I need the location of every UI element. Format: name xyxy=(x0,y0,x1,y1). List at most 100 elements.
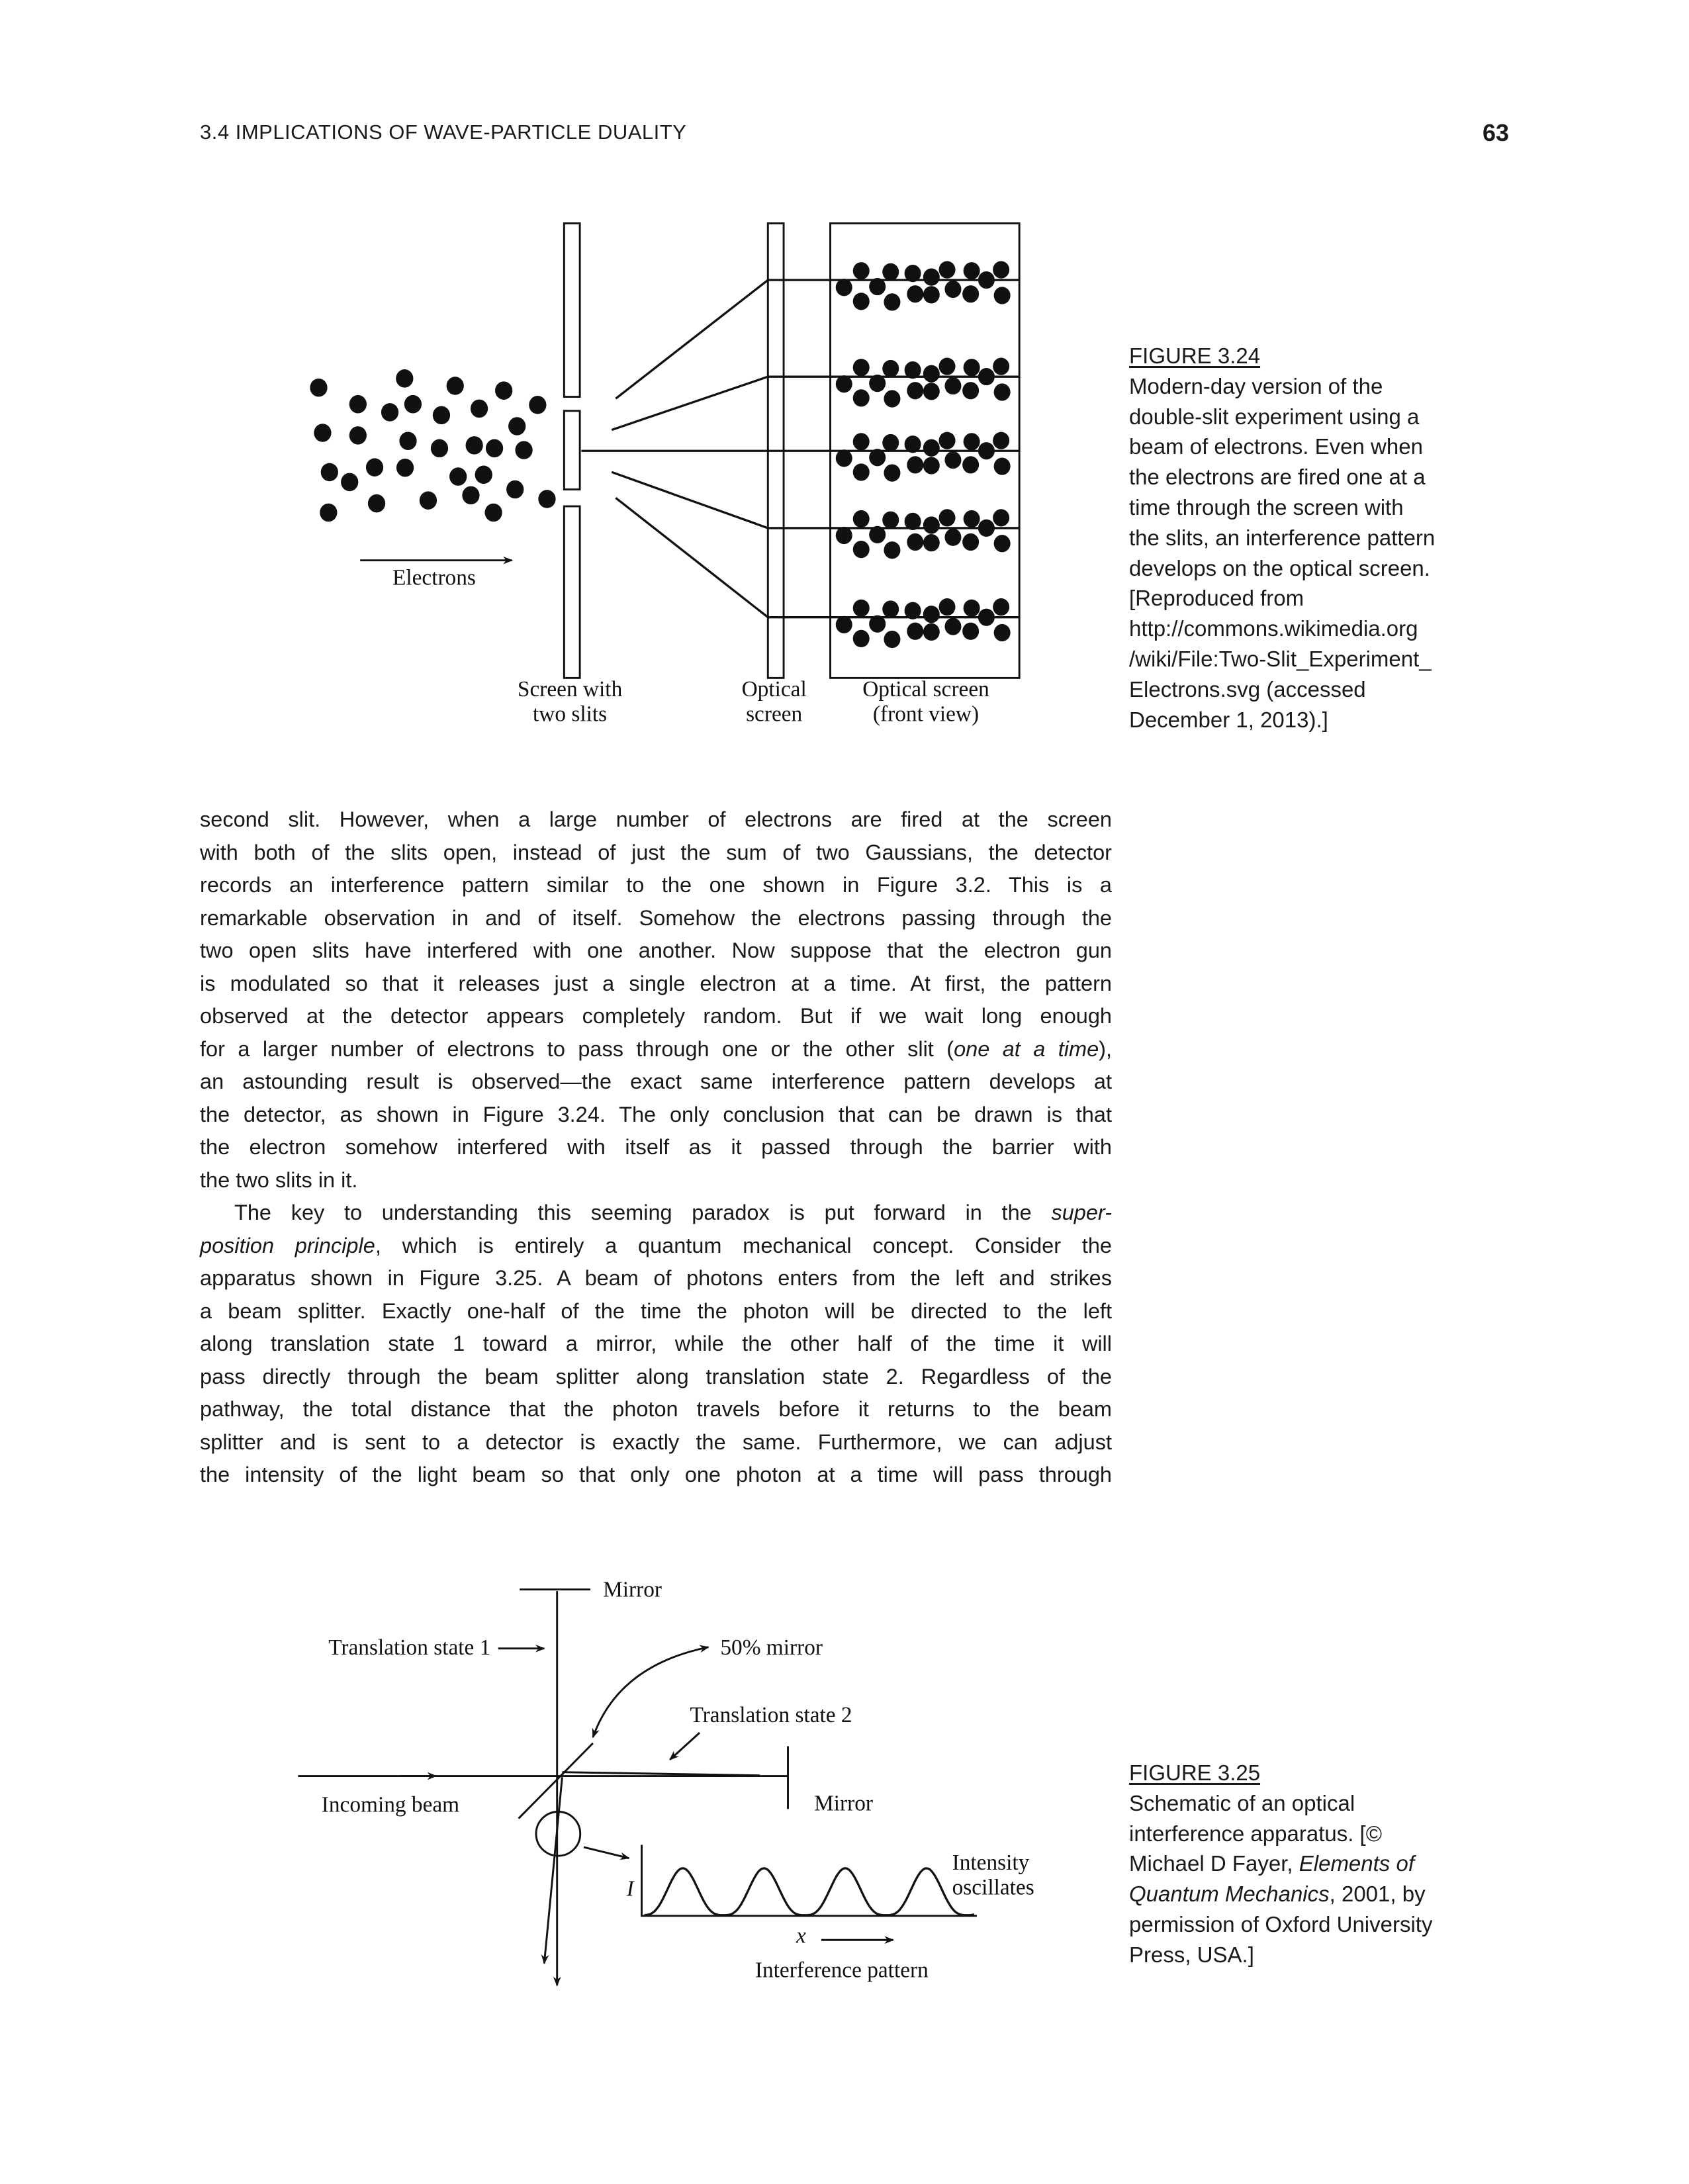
reflected-ray xyxy=(562,1771,760,1777)
fringe-dot xyxy=(907,382,924,400)
electrons-label: Electrons xyxy=(392,565,476,590)
italic-text: Quantum Mechanics xyxy=(1129,1882,1330,1907)
text-segment: the two slits in it. xyxy=(200,1167,358,1192)
text-line: the intensity of the light beam so that … xyxy=(200,1459,1112,1492)
fringe-dot xyxy=(852,599,870,617)
text-line: develops on the optical screen. xyxy=(1129,553,1506,584)
text-line: splitter and is sent to a detector is ex… xyxy=(200,1426,1112,1459)
fringe-dot xyxy=(978,271,995,289)
italic-text: super- xyxy=(1051,1201,1112,1224)
fringe-dot xyxy=(869,375,886,392)
fringe-dot xyxy=(944,280,962,298)
text-segment: , 2001, by xyxy=(1329,1882,1426,1907)
fringe-dot xyxy=(938,509,956,527)
text-line: a beam splitter. Exactly one-half of the… xyxy=(200,1295,1112,1328)
fringe-dot xyxy=(907,285,924,303)
text-line: Michael D Fayer, Elements of xyxy=(1129,1848,1506,1879)
text-line: along translation state 1 toward a mirro… xyxy=(200,1328,1112,1361)
fringe-dot xyxy=(938,261,956,279)
fringe-dot xyxy=(962,382,980,400)
fringe-dot xyxy=(938,357,956,375)
text-segment: with both of the slits open, instead of … xyxy=(200,840,1112,864)
text-segment: an astounding result is observed—the exa… xyxy=(200,1069,1112,1093)
screen-label: screen xyxy=(746,702,802,727)
body-text: second slit. However, when a large numbe… xyxy=(200,803,1112,1492)
text-line: the two slits in it. xyxy=(200,1164,1112,1197)
text-line: second slit. However, when a large numbe… xyxy=(200,803,1112,837)
optical-label: Optical xyxy=(742,677,807,702)
electron-dot xyxy=(419,491,437,510)
fringe-dot xyxy=(852,463,870,481)
text-line: [Reproduced from xyxy=(1129,583,1506,614)
incoming-beam-label: Incoming beam xyxy=(322,1793,459,1817)
figure-3-25-label: FIGURE 3.25 xyxy=(1129,1760,1261,1785)
electron-dot xyxy=(432,406,451,425)
fringe-dot xyxy=(852,389,870,407)
fringe-dot xyxy=(923,383,940,400)
fringe-dot xyxy=(852,540,870,559)
fringe-dot xyxy=(904,361,921,379)
fringe-dots xyxy=(835,261,1011,649)
text-segment: Michael D Fayer, xyxy=(1129,1851,1299,1876)
fringe-dot xyxy=(884,541,901,559)
fringe-dot xyxy=(835,449,852,467)
fringe-dot xyxy=(993,357,1010,375)
electron-dot xyxy=(367,494,386,513)
text-segment: a beam splitter. Exactly one-half of the… xyxy=(200,1298,1112,1323)
text-line: interference apparatus. [© xyxy=(1129,1819,1506,1849)
fringe-dot xyxy=(835,526,852,545)
electron-dot xyxy=(462,486,480,505)
fringe-dot xyxy=(923,268,940,286)
intensity-oscillates-label-2: oscillates xyxy=(952,1876,1034,1900)
text-segment: December 1, 2013).] xyxy=(1129,707,1328,732)
text-segment: is modulated so that it releases just a … xyxy=(200,971,1112,995)
text-segment: Modern-day version of the xyxy=(1129,373,1383,398)
text-line: the electron somehow interfered with its… xyxy=(200,1131,1112,1164)
interference-rays xyxy=(581,279,1020,619)
electron-dot xyxy=(495,381,513,400)
text-line: beam of electrons. Even when xyxy=(1129,432,1506,462)
text-segment: splitter and is sent to a detector is ex… xyxy=(200,1430,1112,1454)
fringe-dot xyxy=(978,368,995,386)
italic-text: one at a time xyxy=(954,1036,1099,1061)
electron-dot xyxy=(529,396,547,414)
intensity-axis-label: I xyxy=(626,1877,635,1901)
fringe-dot xyxy=(923,606,940,623)
fringe-dot xyxy=(923,623,940,641)
fringe-dot xyxy=(978,442,995,460)
text-segment: second slit. However, when a large numbe… xyxy=(200,807,1112,831)
fringe-dot xyxy=(904,512,921,531)
fringe-dot xyxy=(884,630,901,649)
mirror-right-label: Mirror xyxy=(814,1791,873,1815)
translation-state-1-label: Translation state 1 xyxy=(328,1635,490,1660)
electron-dot xyxy=(320,503,338,522)
fringe-dot xyxy=(884,464,901,482)
fringe-dot xyxy=(962,533,980,551)
figure-3-24-caption: FIGURE 3.24 Modern-day version of the dou… xyxy=(1129,341,1506,735)
text-segment: records an interference pattern similar … xyxy=(200,873,1112,897)
fringe-dot xyxy=(882,263,899,281)
text-segment: ), xyxy=(1099,1036,1113,1061)
fringe-dot xyxy=(869,277,886,296)
text-line: apparatus shown in Figure 3.25. A beam o… xyxy=(200,1262,1112,1295)
fringe-dot xyxy=(869,525,886,544)
output-ray xyxy=(541,1777,563,1965)
text-segment: /wiki/File:Two-Slit_Experiment_ xyxy=(1129,646,1432,671)
translation-state-2-label: Translation state 2 xyxy=(690,1703,852,1727)
fringe-dot xyxy=(852,293,870,310)
detector-arrow xyxy=(583,1846,630,1860)
fringe-dot xyxy=(978,608,995,626)
text-segment: interference apparatus. [© xyxy=(1129,1821,1383,1846)
fringe-dot xyxy=(835,615,852,633)
fifty-mirror-label: 50% mirror xyxy=(720,1635,823,1660)
fringe-dot xyxy=(962,622,980,640)
fringe-dot xyxy=(852,510,870,528)
fringe-dot xyxy=(884,390,901,408)
translation-state-2-arrow xyxy=(669,1732,701,1760)
figure-3-25-caption-text: Schematic of an optical interference appa… xyxy=(1129,1788,1506,1970)
fringe-dot xyxy=(869,449,886,467)
electron-dot xyxy=(484,503,502,522)
fringe-dot xyxy=(835,375,852,393)
text-line: Modern-day version of the xyxy=(1129,371,1506,402)
fringe-dot xyxy=(944,617,962,635)
